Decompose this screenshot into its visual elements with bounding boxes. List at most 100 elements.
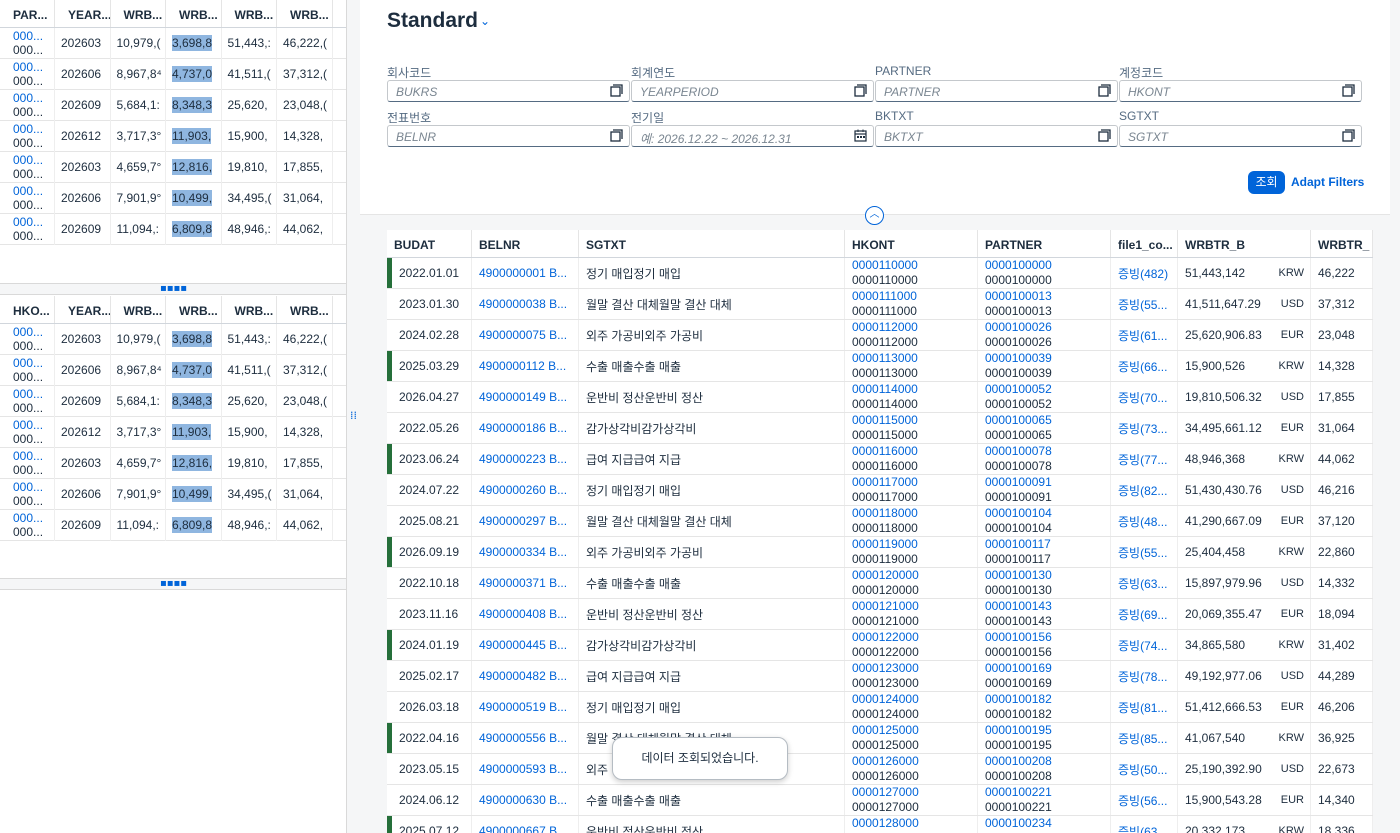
belnr-link[interactable]: 4900000445 B... bbox=[479, 638, 567, 652]
attachment-link[interactable]: 증빙(74... bbox=[1118, 637, 1167, 654]
belnr-link[interactable]: 4900000223 B... bbox=[479, 452, 567, 466]
hkont-link[interactable]: 0000123000 bbox=[852, 661, 919, 676]
belnr-link[interactable]: 4900000482 B... bbox=[479, 669, 567, 683]
value-help-icon[interactable] bbox=[610, 84, 623, 97]
partner-link[interactable]: 0000100143 bbox=[985, 599, 1052, 614]
table-row[interactable]: 2022.05.26 4900000186 B... 감가상각비감가상각비 00001… bbox=[387, 413, 1373, 444]
column-header[interactable]: HKO... bbox=[0, 296, 55, 323]
table-row[interactable]: 000... 000... 202603 4,659,7° 12,816, 19,810,… bbox=[0, 447, 346, 479]
column-header[interactable]: WRB... bbox=[166, 0, 222, 27]
column-header[interactable]: PAR... bbox=[0, 0, 55, 27]
table-row[interactable]: 000... 000... 202603 10,979,(3,698,8 51,443,… bbox=[0, 27, 346, 59]
key-link[interactable]: 000... bbox=[13, 418, 43, 432]
table-row[interactable]: 000... 000... 202606 7,901,9° 10,499, 34,495,… bbox=[0, 478, 346, 510]
table-row[interactable]: 2023.06.24 4900000223 B... 급여 지급급여 지급 00001… bbox=[387, 444, 1373, 475]
value-help-icon[interactable] bbox=[1342, 84, 1355, 97]
table-row[interactable]: 000... 000... 202612 3,717,3° 11,903, 15,900,… bbox=[0, 416, 346, 448]
filter-input[interactable]: BKTXT bbox=[875, 125, 1118, 147]
attachment-link[interactable]: 증빙(55... bbox=[1118, 544, 1167, 561]
key-link[interactable]: 000... bbox=[13, 325, 43, 339]
column-header[interactable]: HKONT bbox=[845, 230, 978, 257]
belnr-link[interactable]: 4900000001 B... bbox=[479, 266, 567, 280]
attachment-link[interactable]: 증빙(50... bbox=[1118, 761, 1167, 778]
table-row[interactable]: 2026.09.19 4900000334 B... 외주 가공비외주 가공비 000… bbox=[387, 537, 1373, 568]
partner-link[interactable]: 0000100052 bbox=[985, 382, 1052, 397]
attachment-link[interactable]: 증빙(61... bbox=[1118, 327, 1167, 344]
go-button[interactable]: 조회 bbox=[1248, 171, 1285, 194]
column-header[interactable]: file1_co... bbox=[1111, 230, 1178, 257]
attachment-link[interactable]: 증빙(85... bbox=[1118, 730, 1167, 747]
table-row[interactable]: 2023.05.15 4900000593 B... 외주 0000126000 000… bbox=[387, 754, 1373, 785]
value-help-icon[interactable] bbox=[1342, 129, 1355, 142]
hkont-link[interactable]: 0000117000 bbox=[852, 475, 918, 490]
table-row[interactable]: 2024.06.12 4900000630 B... 수출 매출수출 매출 00001… bbox=[387, 785, 1373, 816]
attachment-link[interactable]: 증빙(63... bbox=[1118, 575, 1167, 592]
key-link[interactable]: 000... bbox=[13, 356, 43, 370]
filter-input[interactable]: BUKRS bbox=[387, 80, 630, 102]
partner-link[interactable]: 0000100195 bbox=[985, 723, 1052, 738]
hkont-link[interactable]: 0000127000 bbox=[852, 785, 919, 800]
belnr-link[interactable]: 4900000075 B... bbox=[479, 328, 567, 342]
attachment-link[interactable]: 증빙(482) bbox=[1118, 265, 1168, 282]
table-row[interactable]: 000... 000... 202609 11,094,: 6,809,8 48,946,… bbox=[0, 509, 346, 541]
attachment-link[interactable]: 증빙(63... bbox=[1118, 823, 1167, 833]
belnr-link[interactable]: 4900000630 B... bbox=[479, 793, 567, 807]
table-row[interactable]: 2025.03.29 4900000112 B... 수출 매출수출 매출 00001… bbox=[387, 351, 1373, 382]
column-header[interactable]: WRB... bbox=[222, 296, 277, 323]
column-header[interactable]: WRBTR_B bbox=[1178, 230, 1311, 257]
belnr-link[interactable]: 4900000556 B... bbox=[479, 731, 567, 745]
hkont-link[interactable]: 0000110000 bbox=[852, 258, 918, 273]
attachment-link[interactable]: 증빙(77... bbox=[1118, 451, 1167, 468]
belnr-link[interactable]: 4900000149 B... bbox=[479, 390, 567, 404]
partner-link[interactable]: 0000100156 bbox=[985, 630, 1052, 645]
belnr-link[interactable]: 4900000371 B... bbox=[479, 576, 567, 590]
filter-input[interactable]: YEARPERIOD bbox=[631, 80, 874, 102]
partner-link[interactable]: 0000100169 bbox=[985, 661, 1052, 676]
column-header[interactable]: YEAR... bbox=[55, 296, 111, 323]
key-link[interactable]: 000... bbox=[13, 91, 43, 105]
column-header[interactable]: BELNR bbox=[472, 230, 579, 257]
hkont-link[interactable]: 0000125000 bbox=[852, 723, 919, 738]
partner-link[interactable]: 0000100208 bbox=[985, 754, 1052, 769]
hkont-link[interactable]: 0000128000 bbox=[852, 816, 919, 831]
belnr-link[interactable]: 4900000038 B... bbox=[479, 297, 567, 311]
table-row[interactable]: 2022.01.01 4900000001 B... 정기 매입정기 매입 00001… bbox=[387, 258, 1373, 289]
hkont-link[interactable]: 0000120000 bbox=[852, 568, 919, 583]
belnr-link[interactable]: 4900000667 B... bbox=[479, 824, 567, 833]
partner-link[interactable]: 0000100117 bbox=[985, 537, 1051, 552]
table-row[interactable]: 2024.07.22 4900000260 B... 정기 매입정기 매입 00001… bbox=[387, 475, 1373, 506]
partner-link[interactable]: 0000100091 bbox=[985, 475, 1052, 490]
partner-link[interactable]: 0000100013 bbox=[985, 289, 1052, 304]
table-row[interactable]: 2025.08.21 4900000297 B... 월말 결산 대체월말 결산 대… bbox=[387, 506, 1373, 537]
filter-input[interactable]: SGTXT bbox=[1119, 125, 1362, 147]
table-row[interactable]: 2026.04.27 4900000149 B... 운반비 정산운반비 정산 000… bbox=[387, 382, 1373, 413]
hkont-link[interactable]: 0000118000 bbox=[852, 506, 918, 521]
attachment-link[interactable]: 증빙(82... bbox=[1118, 482, 1167, 499]
table-row[interactable]: 000... 000... 202609 5,684,1: 8,348,3 25,620,… bbox=[0, 89, 346, 121]
partner-link[interactable]: 0000100039 bbox=[985, 351, 1052, 366]
hkont-link[interactable]: 0000116000 bbox=[852, 444, 918, 459]
column-header[interactable]: SGTXT bbox=[579, 230, 845, 257]
attachment-link[interactable]: 증빙(48... bbox=[1118, 513, 1167, 530]
adapt-filters-button[interactable]: Adapt Filters bbox=[1291, 175, 1364, 189]
partner-link[interactable]: 0000100078 bbox=[985, 444, 1052, 459]
key-link[interactable]: 000... bbox=[13, 184, 43, 198]
table-row[interactable]: 000... 000... 202606 8,967,8⁴ 4,737,0 41,511,… bbox=[0, 354, 346, 386]
belnr-link[interactable]: 4900000112 B... bbox=[479, 359, 566, 373]
calendar-icon[interactable] bbox=[854, 129, 867, 142]
partner-link[interactable]: 0000100221 bbox=[985, 785, 1052, 800]
attachment-link[interactable]: 증빙(70... bbox=[1118, 389, 1167, 406]
table-row[interactable]: 2023.01.30 4900000038 B... 월말 결산 대체월말 결산 대… bbox=[387, 289, 1373, 320]
attachment-link[interactable]: 증빙(55... bbox=[1118, 296, 1167, 313]
chevron-down-icon[interactable]: ⌄ bbox=[480, 14, 490, 28]
belnr-link[interactable]: 4900000519 B... bbox=[479, 700, 567, 714]
vertical-scrollbar[interactable] bbox=[1373, 230, 1383, 833]
filter-input[interactable]: HKONT bbox=[1119, 80, 1362, 102]
hkont-link[interactable]: 0000119000 bbox=[852, 537, 918, 552]
hkont-link[interactable]: 0000113000 bbox=[852, 351, 918, 366]
partner-link[interactable]: 0000100104 bbox=[985, 506, 1052, 521]
table-row[interactable]: 2022.10.18 4900000371 B... 수출 매출수출 매출 00001… bbox=[387, 568, 1373, 599]
hkont-link[interactable]: 0000112000 bbox=[852, 320, 918, 335]
table-row[interactable]: 000... 000... 202606 7,901,9° 10,499, 34,495,… bbox=[0, 182, 346, 214]
table-row[interactable]: 000... 000... 202609 11,094,: 6,809,8 48,946,… bbox=[0, 213, 346, 245]
